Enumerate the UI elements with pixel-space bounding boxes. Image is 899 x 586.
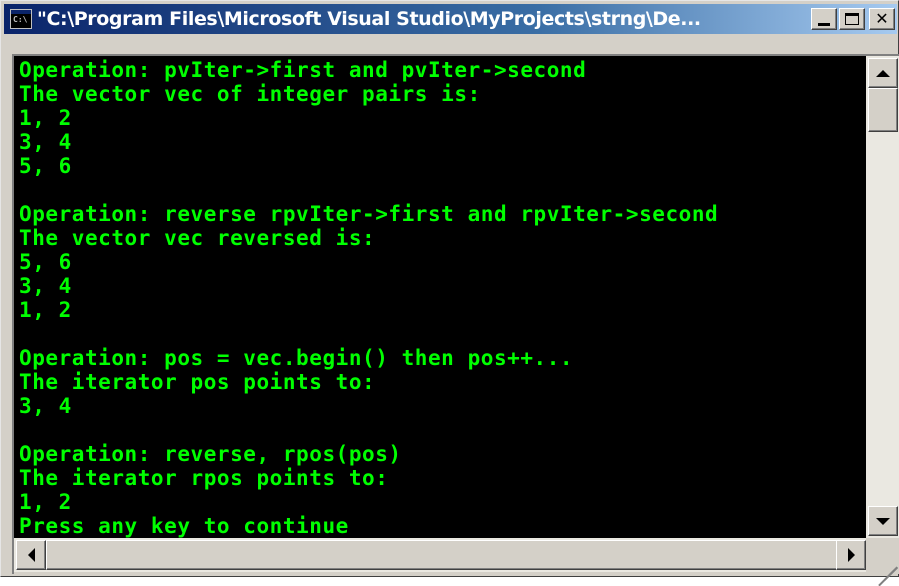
console-line: The iterator pos points to: [19, 370, 376, 394]
horizontal-scrollbar[interactable] [14, 538, 866, 572]
console-line: 3, 4 [19, 394, 72, 418]
console-line: 1, 2 [19, 490, 72, 514]
console-icon-bar [11, 10, 31, 14]
console-line: 5, 6 [19, 250, 72, 274]
horizontal-scroll-thumb[interactable] [46, 540, 842, 570]
maximize-icon [845, 13, 859, 25]
close-icon: ✕ [875, 9, 889, 28]
arrow-right-icon [847, 548, 855, 562]
console-line: Operation: pvIter->first and pvIter->sec… [19, 58, 587, 82]
console-line: Operation: reverse, rpos(pos) [19, 442, 402, 466]
scroll-down-button[interactable] [868, 506, 898, 536]
console-window: C:\ "C:\Program Files\Microsoft Visual S… [0, 0, 899, 586]
title-bar[interactable]: C:\ "C:\Program Files\Microsoft Visual S… [4, 4, 897, 34]
maximize-button[interactable] [839, 8, 865, 30]
scroll-left-button[interactable] [16, 540, 46, 570]
scroll-up-button[interactable] [868, 58, 898, 88]
console-lines: Operation: pvIter->first and pvIter->sec… [19, 58, 718, 538]
console-line: The vector vec of integer pairs is: [19, 82, 481, 106]
console-line: The vector vec reversed is: [19, 226, 376, 250]
vertical-scroll-thumb[interactable] [868, 88, 898, 132]
arrow-left-icon [27, 548, 35, 562]
minimize-icon [818, 22, 830, 26]
arrow-up-icon [876, 69, 890, 77]
console-output[interactable]: Operation: pvIter->first and pvIter->sec… [14, 56, 866, 538]
window-title: "C:\Program Files\Microsoft Visual Studi… [37, 8, 701, 30]
arrow-down-icon [876, 517, 890, 525]
console-line: Press any key to continue [19, 514, 349, 538]
console-line: 1, 2 [19, 106, 72, 130]
close-button[interactable]: ✕ [869, 8, 895, 30]
console-icon[interactable]: C:\ [10, 9, 32, 29]
console-line: Operation: pos = vec.begin() then pos++.… [19, 346, 574, 370]
console-line: Operation: reverse rpvIter->first and rp… [19, 202, 719, 226]
console-icon-text: C:\ [13, 15, 28, 24]
grip-line [889, 566, 898, 576]
vertical-scrollbar[interactable] [866, 56, 899, 538]
console-line: 1, 2 [19, 298, 72, 322]
console-line: 3, 4 [19, 274, 72, 298]
console-line: 5, 6 [19, 154, 72, 178]
minimize-button[interactable] [811, 8, 837, 30]
scroll-right-button[interactable] [836, 540, 866, 570]
console-line: The iterator rpos points to: [19, 466, 389, 490]
resize-grip-icon[interactable] [866, 538, 899, 586]
console-line: 3, 4 [19, 130, 72, 154]
